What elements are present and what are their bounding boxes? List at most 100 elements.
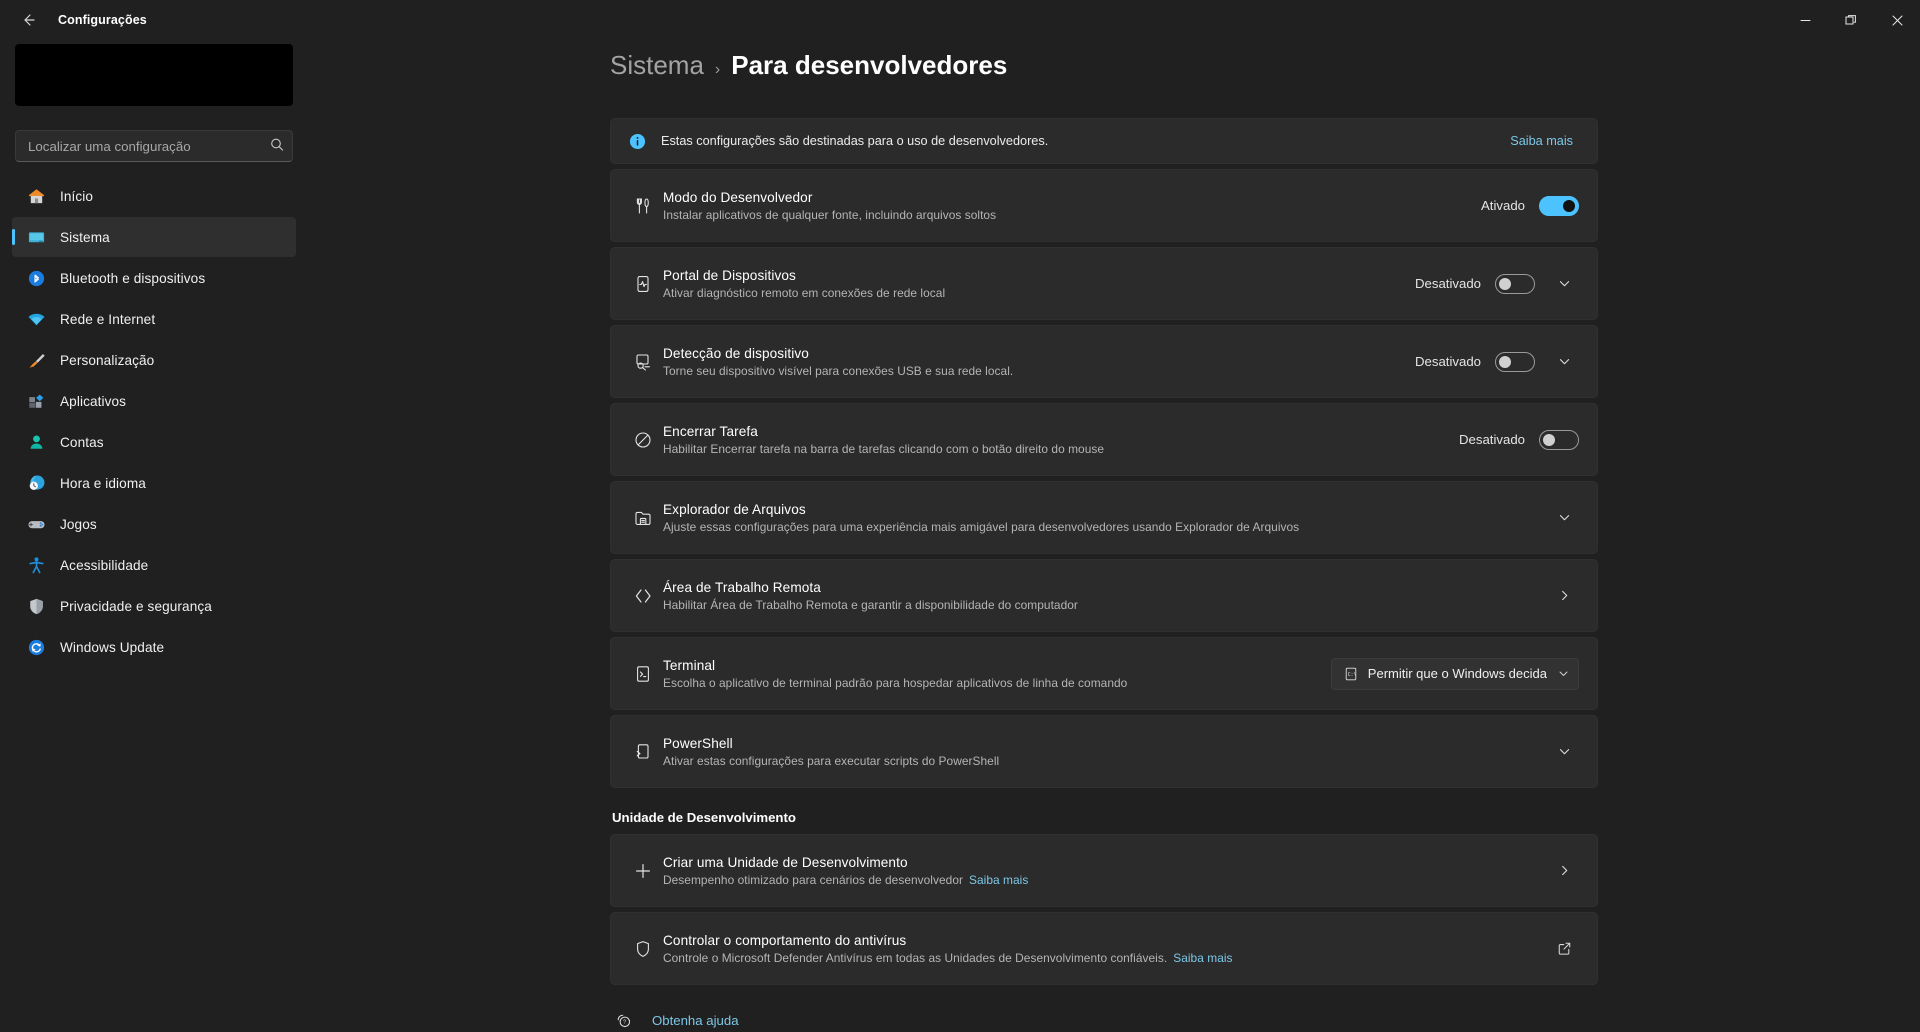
minimize-icon	[1800, 19, 1810, 21]
setting-row-terminal[interactable]: Terminal Escolha o aplicativo de termina…	[610, 637, 1598, 710]
minimize-button[interactable]	[1782, 0, 1828, 40]
setting-subtitle: Habilitar Área de Trabalho Remota e gara…	[663, 597, 1078, 612]
chevron-down-icon[interactable]	[1549, 269, 1579, 299]
toggle-state-label: Ativado	[1481, 198, 1525, 213]
search-input[interactable]	[15, 130, 293, 162]
shield-icon	[26, 596, 46, 616]
sidebar-item-label: Jogos	[60, 516, 97, 532]
sidebar-item-inicio[interactable]: Início	[12, 176, 296, 216]
setting-controls	[1549, 934, 1579, 964]
info-icon	[629, 133, 659, 150]
monitor-icon	[26, 227, 46, 247]
account-card-redacted[interactable]	[15, 44, 293, 106]
setting-row-developer-mode[interactable]: Modo do Desenvolvedor Instalar aplicativ…	[610, 169, 1598, 242]
sidebar-item-contas[interactable]: Contas	[12, 422, 296, 462]
info-banner-link[interactable]: Saiba mais	[1510, 134, 1579, 148]
section-heading-dev-drive: Unidade de Desenvolvimento	[612, 810, 796, 825]
search-box[interactable]	[15, 130, 293, 162]
breadcrumb: Sistema › Para desenvolvedores	[308, 50, 1920, 110]
setting-title: Encerrar Tarefa	[663, 423, 758, 439]
learn-more-link[interactable]: Saiba mais	[969, 873, 1028, 887]
setting-title: Portal de Dispositivos	[663, 267, 796, 283]
setting-row-end-task[interactable]: Encerrar Tarefa Habilitar Encerrar taref…	[610, 403, 1598, 476]
sidebar-nav: Início Sistema Bluetooth e dispositivos …	[12, 176, 296, 667]
terminal-icon	[633, 664, 663, 684]
sidebar-item-rede[interactable]: Rede e Internet	[12, 299, 296, 339]
terminal-default-dropdown[interactable]: C:\ Permitir que o Windows decida	[1330, 657, 1579, 690]
bluetooth-icon	[26, 268, 46, 288]
setting-row-device-discovery[interactable]: Detecção de dispositivo Torne seu dispos…	[610, 325, 1598, 398]
sidebar-item-label: Acessibilidade	[60, 557, 149, 573]
setting-row-device-portal[interactable]: Portal de Dispositivos Ativar diagnóstic…	[610, 247, 1598, 320]
setting-row-remote-desktop[interactable]: Área de Trabalho Remota Habilitar Área d…	[610, 559, 1598, 632]
wifi-icon	[26, 309, 46, 329]
chevron-right-icon[interactable]	[1549, 581, 1579, 611]
breadcrumb-parent[interactable]: Sistema	[610, 50, 704, 81]
shield-outline-icon	[633, 939, 663, 959]
setting-title: Explorador de Arquivos	[663, 501, 806, 517]
sidebar-item-hora-idioma[interactable]: Hora e idioma	[12, 463, 296, 503]
setting-text: Encerrar Tarefa Habilitar Encerrar taref…	[663, 424, 1459, 456]
setting-text: Modo do Desenvolvedor Instalar aplicativ…	[663, 190, 1481, 222]
setting-controls: Desativado	[1459, 429, 1579, 450]
setting-row-powershell[interactable]: PowerShell Ativar estas configurações pa…	[610, 715, 1598, 788]
sidebar-item-acessibilidade[interactable]: Acessibilidade	[12, 545, 296, 585]
home-icon	[26, 186, 46, 206]
learn-more-link[interactable]: Saiba mais	[1173, 951, 1232, 965]
help-icon: ?	[614, 1011, 632, 1029]
sidebar-item-label: Windows Update	[60, 639, 165, 655]
chevron-down-icon	[1558, 668, 1569, 679]
footer-links: ? Obtenha ajuda Enviar comentários	[610, 985, 1598, 1032]
setting-subtitle: Ativar estas configurações para executar…	[663, 753, 1000, 768]
dev-tools-icon	[633, 196, 663, 216]
setting-title: Terminal	[663, 657, 716, 673]
sidebar-item-windows-update[interactable]: Windows Update	[12, 627, 296, 667]
person-icon	[26, 432, 46, 452]
main-content: Sistema › Para desenvolvedores Estas con…	[308, 40, 1920, 1032]
settings-list: Estas configurações são destinadas para …	[610, 110, 1598, 788]
chevron-down-icon[interactable]	[1549, 737, 1579, 767]
sidebar-item-label: Privacidade e segurança	[60, 598, 212, 614]
restore-button[interactable]	[1828, 0, 1874, 40]
chevron-down-icon[interactable]	[1549, 503, 1579, 533]
gamepad-icon	[26, 514, 46, 534]
footer-link-get-help[interactable]: ? Obtenha ajuda	[610, 1011, 1598, 1029]
end-task-toggle[interactable]	[1539, 429, 1579, 450]
setting-row-create-dev-drive[interactable]: Criar uma Unidade de Desenvolvimento Des…	[610, 834, 1598, 907]
external-link-icon[interactable]	[1549, 934, 1579, 964]
developer-mode-toggle[interactable]	[1539, 195, 1579, 216]
toggle-state-label: Desativado	[1415, 354, 1481, 369]
setting-subtitle-text: Desempenho otimizado para cenários de de…	[663, 872, 963, 887]
setting-row-file-explorer[interactable]: Explorador de Arquivos Ajuste essas conf…	[610, 481, 1598, 554]
info-banner: Estas configurações são destinadas para …	[610, 118, 1598, 164]
device-portal-icon	[633, 274, 663, 294]
setting-row-antivirus-behavior[interactable]: Controlar o comportamento do antivírus C…	[610, 912, 1598, 985]
sidebar-item-bluetooth[interactable]: Bluetooth e dispositivos	[12, 258, 296, 298]
device-discovery-toggle[interactable]	[1495, 351, 1535, 372]
close-button[interactable]	[1874, 0, 1920, 40]
setting-subtitle: Ajuste essas configurações para uma expe…	[663, 519, 1300, 534]
chevron-right-icon[interactable]	[1549, 856, 1579, 886]
setting-controls	[1549, 856, 1579, 886]
sidebar-item-personalizacao[interactable]: Personalização	[12, 340, 296, 380]
setting-controls: Desativado	[1415, 269, 1579, 299]
setting-controls: C:\ Permitir que o Windows decida	[1330, 657, 1579, 690]
sidebar-item-privacidade[interactable]: Privacidade e segurança	[12, 586, 296, 626]
setting-subtitle: Controle o Microsoft Defender Antivírus …	[663, 951, 1549, 965]
page-title: Para desenvolvedores	[731, 50, 1008, 80]
app-shell: Início Sistema	[0, 40, 1920, 1032]
device-discovery-icon	[633, 352, 663, 372]
sidebar-item-aplicativos[interactable]: Aplicativos	[12, 381, 296, 421]
powershell-icon	[633, 742, 663, 762]
sidebar-item-jogos[interactable]: Jogos	[12, 504, 296, 544]
sidebar-item-label: Rede e Internet	[60, 311, 156, 327]
apps-icon	[26, 391, 46, 411]
setting-subtitle-text: Controle o Microsoft Defender Antivírus …	[663, 950, 1168, 965]
chevron-down-icon[interactable]	[1549, 347, 1579, 377]
setting-controls	[1549, 581, 1579, 611]
sidebar-item-label: Bluetooth e dispositivos	[60, 270, 206, 286]
device-portal-toggle[interactable]	[1495, 273, 1535, 294]
back-button[interactable]	[8, 4, 48, 36]
setting-subtitle: Desempenho otimizado para cenários de de…	[663, 873, 1549, 887]
sidebar-item-sistema[interactable]: Sistema	[12, 217, 296, 257]
